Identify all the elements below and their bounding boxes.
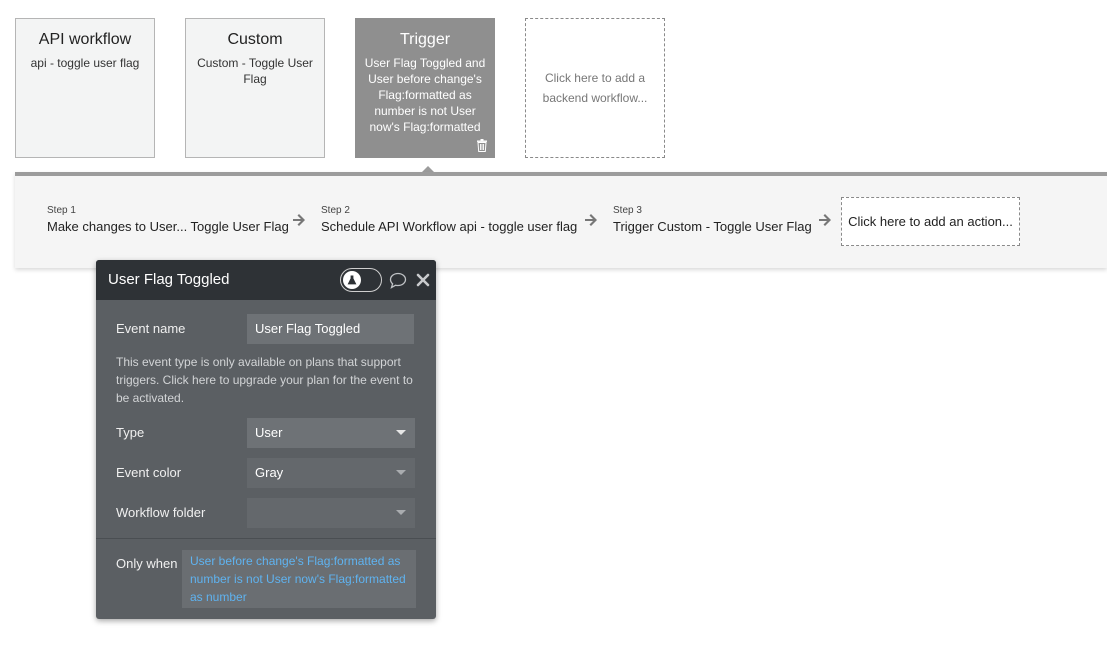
panel-header: User Flag Toggled <box>96 260 436 300</box>
event-card-trigger[interactable]: Trigger User Flag Toggled and User befor… <box>355 18 495 158</box>
chevron-down-icon <box>396 470 406 475</box>
workflow-editor: API workflow api - toggle user flag Cust… <box>0 0 1107 647</box>
step-1[interactable]: Step 1 Make changes to User... Toggle Us… <box>47 205 289 235</box>
toggle-knob <box>343 271 361 289</box>
panel-divider <box>96 538 436 539</box>
workflow-folder-dropdown[interactable] <box>247 498 415 528</box>
card-subtitle: api - toggle user flag <box>30 56 140 70</box>
arrow-right-icon <box>293 214 305 226</box>
card-title: Custom <box>227 31 283 48</box>
event-property-panel: User Flag Toggled Event name User Flag T… <box>96 260 436 619</box>
step-number: Step 2 <box>321 205 350 216</box>
event-color-label: Event color <box>116 465 182 480</box>
step-label: Make changes to User... Toggle User Flag <box>47 219 289 234</box>
add-backend-workflow-card[interactable]: Click here to add a backend workflow... <box>525 18 665 158</box>
event-card-custom[interactable]: Custom Custom - Toggle User Flag <box>185 18 325 158</box>
card-subtitle: Custom - Toggle User Flag <box>197 56 313 86</box>
step-2[interactable]: Step 2 Schedule API Workflow api - toggl… <box>321 205 577 235</box>
chevron-down-icon <box>396 510 406 515</box>
step-label: Schedule API Workflow api - toggle user … <box>321 219 578 234</box>
comment-icon[interactable] <box>389 272 407 289</box>
event-color-value: Gray <box>255 465 284 480</box>
workflow-steps-bar: Step 1 Make changes to User... Toggle Us… <box>15 172 1107 268</box>
event-card-api-workflow[interactable]: API workflow api - toggle user flag <box>15 18 155 158</box>
panel-title: User Flag Toggled <box>108 271 230 288</box>
workflow-folder-label: Workflow folder <box>116 505 206 520</box>
card-subtitle: User Flag Toggled and User before change… <box>364 56 486 134</box>
event-name-input[interactable]: User Flag Toggled <box>247 314 414 344</box>
type-label: Type <box>116 425 145 440</box>
step-3[interactable]: Step 3 Trigger Custom - Toggle User Flag <box>613 205 812 235</box>
close-icon[interactable] <box>416 273 430 287</box>
add-backend-workflow-label: Click here to add a backend workflow... <box>542 71 648 105</box>
only-when-label: Only when <box>116 556 178 571</box>
flask-icon <box>347 275 357 285</box>
upgrade-plan-notice[interactable]: This event type is only available on pla… <box>116 353 421 407</box>
chevron-down-icon <box>396 430 406 435</box>
arrow-right-icon <box>585 214 597 226</box>
card-title: Trigger <box>399 31 451 48</box>
event-name-label: Event name <box>116 321 186 336</box>
step-number: Step 1 <box>47 205 76 216</box>
type-value: User <box>255 425 283 440</box>
arrow-right-icon <box>819 214 831 226</box>
step-number: Step 3 <box>613 205 642 216</box>
add-action-button[interactable]: Click here to add an action... <box>841 197 1020 246</box>
inspect-toggle[interactable] <box>340 268 382 292</box>
trash-icon[interactable] <box>476 139 488 152</box>
event-color-dropdown[interactable]: Gray <box>247 458 415 488</box>
step-label: Trigger Custom - Toggle User Flag <box>613 219 812 234</box>
type-dropdown[interactable]: User <box>247 418 415 448</box>
only-when-condition-input[interactable]: User before change's Flag:formatted as n… <box>182 550 416 608</box>
card-title: API workflow <box>38 31 132 48</box>
